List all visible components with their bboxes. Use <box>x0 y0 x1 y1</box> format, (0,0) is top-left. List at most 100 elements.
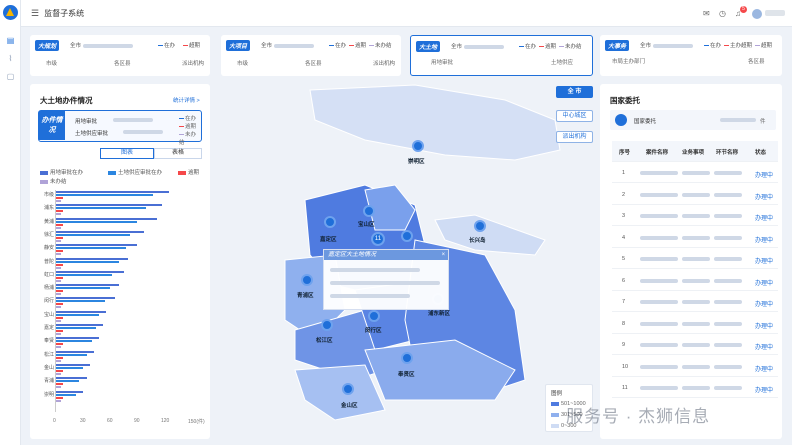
bar-undone[interactable] <box>56 226 62 229</box>
bar-b[interactable] <box>56 340 92 343</box>
bar-overdue[interactable] <box>56 303 64 306</box>
bar-overdue[interactable] <box>56 396 64 399</box>
bar-overdue[interactable] <box>56 330 64 332</box>
status-link[interactable]: 办理中 <box>755 170 773 179</box>
status-link[interactable]: 办理中 <box>755 278 773 287</box>
bar-undone[interactable] <box>56 346 62 349</box>
map-pin[interactable] <box>412 140 424 152</box>
status-link[interactable]: 办理中 <box>755 321 773 330</box>
bar-overdue[interactable] <box>56 343 64 346</box>
bar-a[interactable] <box>56 230 145 233</box>
user-name[interactable] <box>765 10 785 16</box>
map-pin[interactable] <box>342 383 354 395</box>
status-link[interactable]: 办理中 <box>755 192 773 201</box>
map-pin[interactable] <box>301 274 313 286</box>
bar-a[interactable] <box>56 217 157 220</box>
table-row[interactable]: 7 办理中 <box>612 291 778 312</box>
bar-b[interactable] <box>56 287 110 290</box>
nav-chart-icon[interactable]: ⌇ <box>5 54 16 64</box>
close-icon[interactable]: × <box>441 250 445 260</box>
btn-agencies[interactable]: 派出机构 <box>556 131 593 143</box>
status-link[interactable]: 办理中 <box>755 213 773 222</box>
status-link[interactable]: 办理中 <box>755 342 773 351</box>
bar-undone[interactable] <box>56 253 62 256</box>
menu-toggle-icon[interactable]: ☰ <box>31 8 39 19</box>
status-link[interactable]: 办理中 <box>755 364 773 373</box>
status-link[interactable]: 办理中 <box>755 299 773 308</box>
bar-overdue[interactable] <box>56 290 64 293</box>
bar-overdue[interactable] <box>56 223 64 226</box>
bar-undone[interactable] <box>56 306 62 309</box>
bar-overdue[interactable] <box>56 210 64 213</box>
status-link[interactable]: 办理中 <box>755 256 773 265</box>
map-pin[interactable] <box>474 220 486 232</box>
bar-undone[interactable] <box>56 386 62 389</box>
bar-a[interactable] <box>56 390 83 393</box>
bar-a[interactable] <box>56 284 119 287</box>
status-link[interactable]: 办理中 <box>755 235 773 244</box>
bar-a[interactable] <box>56 297 115 300</box>
map-pin[interactable] <box>368 310 380 322</box>
bar-undone[interactable] <box>56 372 62 375</box>
bar-a[interactable] <box>56 350 94 353</box>
table-row[interactable]: 5 办理中 <box>612 248 778 269</box>
bar-a[interactable] <box>56 337 100 340</box>
bar-undone[interactable] <box>56 239 62 242</box>
table-row[interactable]: 10 办理中 <box>612 356 778 377</box>
card-affairs[interactable]: 大事务 全市 在办 主办超期 超期 市局主办部门 各区县 <box>600 35 782 76</box>
bar-undone[interactable] <box>56 279 62 282</box>
bar-b[interactable] <box>56 366 83 369</box>
map-pin[interactable] <box>363 205 375 217</box>
bar-a[interactable] <box>56 244 137 247</box>
bar-a[interactable] <box>56 270 124 273</box>
bar-a[interactable] <box>56 257 128 260</box>
bar-a[interactable] <box>56 310 106 313</box>
map-pin[interactable] <box>321 319 333 331</box>
bar-undone[interactable] <box>56 319 62 322</box>
bar-b[interactable] <box>56 233 130 236</box>
bar-a[interactable] <box>56 324 103 326</box>
bar-overdue[interactable] <box>56 276 64 279</box>
clock-icon[interactable]: ◷ <box>719 9 726 18</box>
bar-undone[interactable] <box>56 200 62 202</box>
bar-overdue[interactable] <box>56 316 64 319</box>
card-planning[interactable]: 大规划 全市 在办 超期 市级 各区县 派出机构 <box>30 35 210 76</box>
bar-undone[interactable] <box>56 359 62 362</box>
bar-a[interactable] <box>56 191 169 193</box>
avatar[interactable] <box>752 9 762 19</box>
btn-city[interactable]: 全 市 <box>556 86 593 98</box>
bar-undone[interactable] <box>56 213 62 216</box>
bar-a[interactable] <box>56 204 163 207</box>
table-row[interactable]: 1 办理中 <box>612 162 778 183</box>
bar-b[interactable] <box>56 327 96 329</box>
bar-a[interactable] <box>56 377 87 380</box>
bar-undone[interactable] <box>56 399 62 402</box>
map-region-chongming[interactable] <box>309 84 561 161</box>
bar-undone[interactable] <box>56 266 62 269</box>
table-row[interactable]: 6 办理中 <box>612 270 778 291</box>
bar-b[interactable] <box>56 220 137 223</box>
status-link[interactable]: 办理中 <box>755 385 773 394</box>
bar-overdue[interactable] <box>56 263 64 266</box>
message-icon[interactable]: ✉ <box>703 9 710 18</box>
bar-b[interactable] <box>56 260 119 263</box>
map-pin[interactable] <box>401 230 413 242</box>
bar-b[interactable] <box>56 353 87 356</box>
tab-chart[interactable]: 图表 <box>100 148 154 159</box>
bar-b[interactable] <box>56 247 127 250</box>
table-row[interactable]: 9 办理中 <box>612 334 778 355</box>
bar-b[interactable] <box>56 313 100 316</box>
bar-overdue[interactable] <box>56 250 64 253</box>
bar-undone[interactable] <box>56 293 62 296</box>
tab-table[interactable]: 表格 <box>154 148 202 159</box>
bar-undone[interactable] <box>56 333 62 335</box>
bar-overdue[interactable] <box>56 236 64 239</box>
bar-overdue[interactable] <box>56 356 64 359</box>
bar-overdue[interactable] <box>56 369 64 372</box>
bar-b[interactable] <box>56 393 76 396</box>
nav-dashboard-icon[interactable]: ▤ <box>5 36 16 46</box>
bar-b[interactable] <box>56 300 105 303</box>
table-row[interactable]: 4 办理中 <box>612 227 778 248</box>
bar-b[interactable] <box>56 207 146 210</box>
table-row[interactable]: 11 办理中 <box>612 377 778 398</box>
